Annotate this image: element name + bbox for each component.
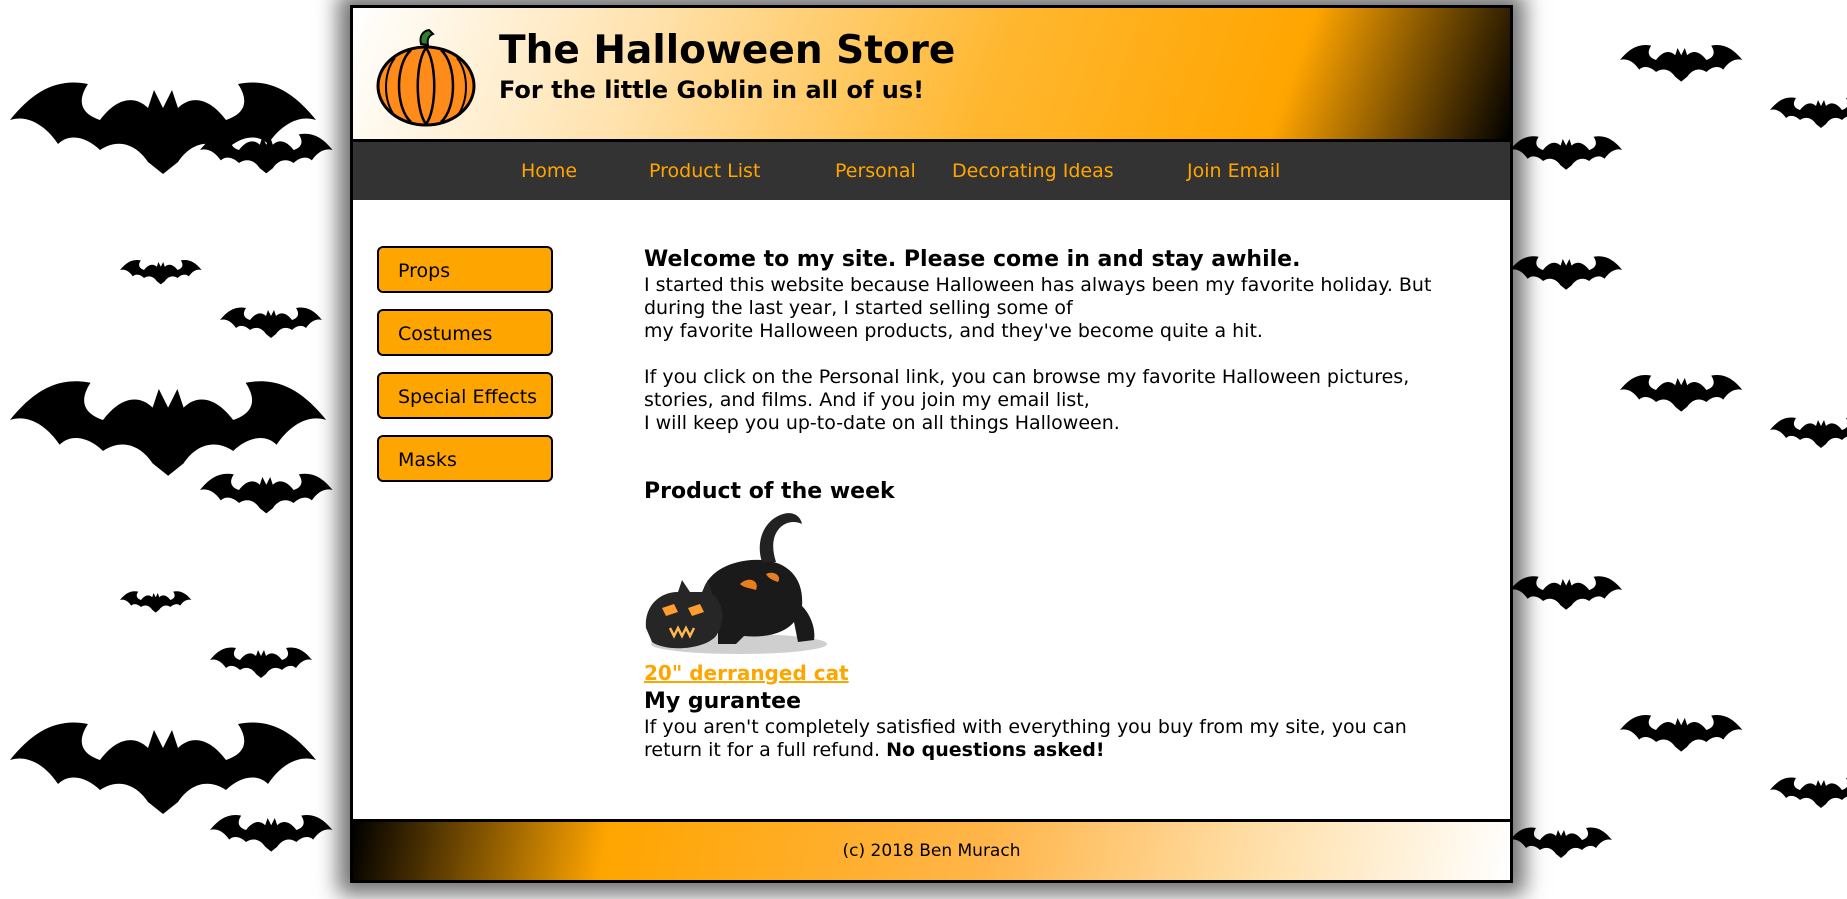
- sidebar-item-costumes[interactable]: Costumes: [377, 309, 553, 356]
- main-content: Welcome to my site. Please come in and s…: [644, 246, 1464, 762]
- sidebar-item-masks[interactable]: Masks: [377, 435, 553, 482]
- site-title: The Halloween Store: [499, 28, 956, 73]
- guarantee-emphasis: No questions asked!: [886, 739, 1105, 761]
- black-cat-inflatable-image[interactable]: [644, 510, 834, 658]
- nav-link-home[interactable]: Home: [521, 142, 577, 200]
- product-of-week-heading: Product of the week: [644, 479, 895, 504]
- sidebar-nav: Props Costumes Special Effects Masks: [377, 246, 553, 498]
- intro-line: I will keep you up-to-date on all things…: [644, 412, 1120, 434]
- intro-paragraph-1: I started this website because Halloween…: [644, 274, 1464, 343]
- site-footer: (c) 2018 Ben Murach: [353, 819, 1510, 880]
- site-header: The Halloween Store For the little Gobli…: [353, 8, 1510, 142]
- site-tagline: For the little Goblin in all of us!: [499, 76, 925, 104]
- nav-link-personal[interactable]: Personal: [835, 142, 916, 200]
- main-navigation: Home Product List Personal Decorating Id…: [353, 142, 1510, 200]
- page-container: The Halloween Store For the little Gobli…: [350, 5, 1513, 883]
- intro-line: If you click on the Personal link, you c…: [644, 366, 1410, 411]
- guarantee-heading: My gurantee: [644, 689, 802, 714]
- intro-line: I started this website because Halloween…: [644, 274, 1432, 319]
- product-link[interactable]: 20" derranged cat: [644, 662, 849, 685]
- sidebar-item-props[interactable]: Props: [377, 246, 553, 293]
- guarantee-paragraph: If you aren't completely satisfied with …: [644, 716, 1464, 762]
- welcome-heading: Welcome to my site. Please come in and s…: [644, 247, 1301, 272]
- nav-link-product-list[interactable]: Product List: [649, 142, 760, 200]
- sidebar-item-special-effects[interactable]: Special Effects: [377, 372, 553, 419]
- intro-paragraph-2: If you click on the Personal link, you c…: [644, 366, 1464, 435]
- nav-link-decorating-ideas[interactable]: Decorating Ideas: [952, 142, 1114, 200]
- pumpkin-icon: [376, 28, 476, 127]
- nav-link-join-email[interactable]: Join Email: [1187, 142, 1280, 200]
- intro-line: my favorite Halloween products, and they…: [644, 320, 1263, 342]
- footer-copyright: (c) 2018 Ben Murach: [842, 841, 1021, 861]
